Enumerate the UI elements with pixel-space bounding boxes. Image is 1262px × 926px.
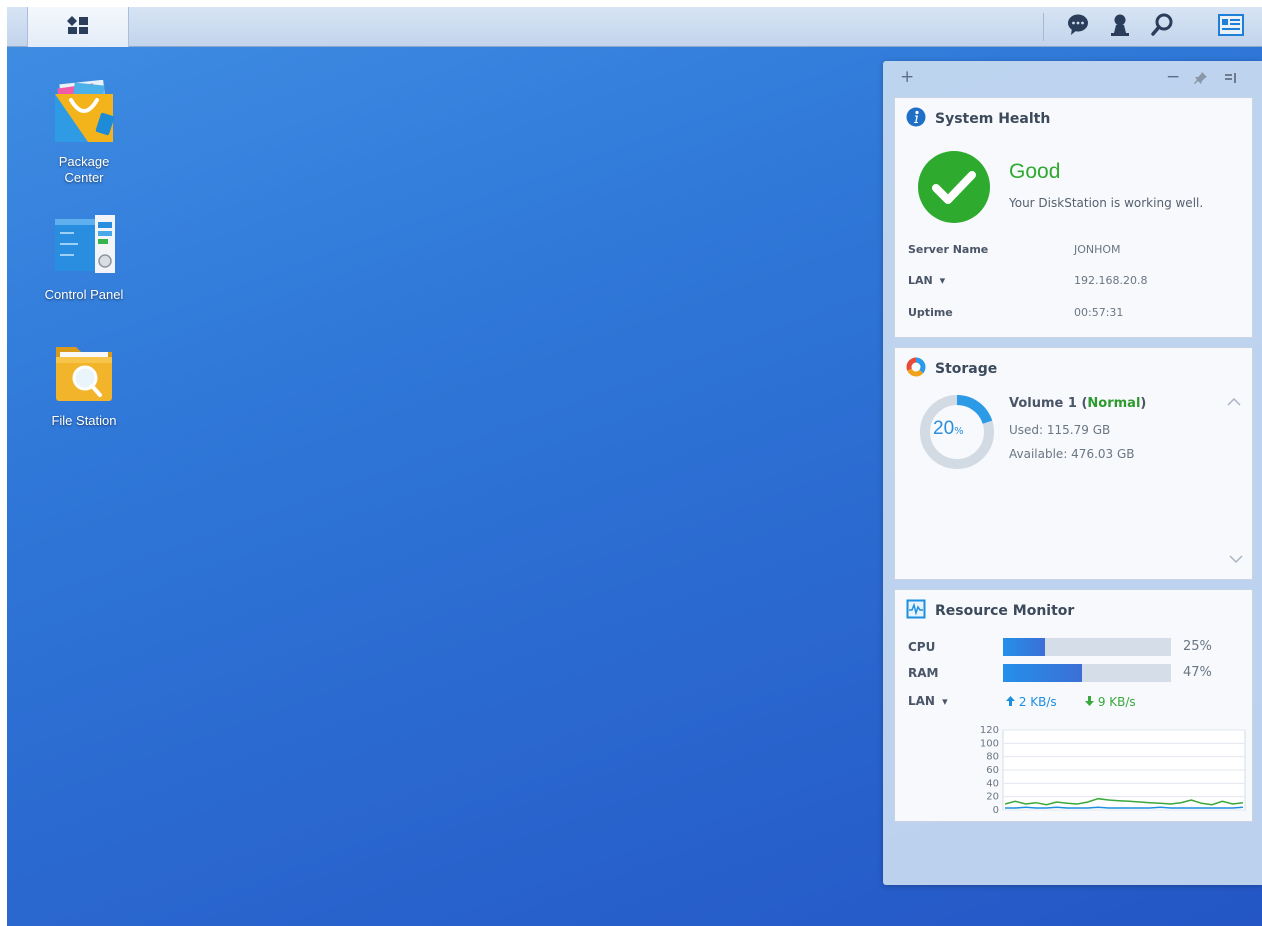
- control-panel-icon: [52, 213, 116, 277]
- widget-menu-button[interactable]: [1223, 70, 1237, 90]
- search-button[interactable]: [1144, 7, 1180, 47]
- chart-y-tick-label: 80: [986, 752, 999, 763]
- storage-title: Storage: [935, 361, 998, 377]
- package-center-icon: [52, 79, 116, 144]
- download-arrow-icon: [1085, 695, 1098, 709]
- ram-usage-bar: [1003, 664, 1171, 682]
- widget-menu-icon: [1223, 70, 1237, 90]
- chart-y-tick-label: 0: [993, 805, 999, 816]
- desktop-icon-label: Control Panel: [44, 287, 124, 302]
- cpu-percent: 25%: [1183, 639, 1212, 654]
- chevron-down-icon: ▾: [939, 274, 946, 287]
- widget-panel: + − System Health Good Your DiskStation …: [883, 61, 1262, 885]
- storage-percent-unit: %: [954, 426, 964, 437]
- scroll-down-button[interactable]: [1229, 549, 1243, 568]
- pin-widgets-button[interactable]: [1194, 70, 1208, 90]
- network-traffic-chart: 120 100 80 60 40 20 0: [980, 725, 1246, 816]
- health-message: Your DiskStation is working well.: [1009, 196, 1204, 210]
- rm-lan-label: LAN: [908, 694, 935, 708]
- chart-upload-line: [1005, 806, 1244, 809]
- widget-toolbar: + −: [883, 61, 1262, 95]
- desktop-icon-control-panel[interactable]: Control Panel: [29, 213, 139, 303]
- ram-percent: 47%: [1183, 665, 1212, 680]
- user-icon: [1108, 13, 1132, 41]
- desktop[interactable]: Package Center Control Panel File Statio…: [7, 7, 1262, 926]
- storage-percent-value: 20: [933, 418, 955, 439]
- volume-used: Used: 115.79 GB: [1009, 423, 1111, 437]
- chart-y-tick-label: 60: [986, 765, 999, 776]
- rm-lan-selector[interactable]: LAN ▾: [908, 694, 948, 708]
- chart-y-tick-label: 100: [980, 738, 999, 749]
- desktop-icon-file-station[interactable]: File Station: [29, 341, 139, 429]
- user-button[interactable]: [1102, 7, 1138, 47]
- desktop-icon-label: File Station: [51, 413, 117, 428]
- taskbar-separator: [1043, 13, 1044, 41]
- cpu-usage-bar: [1003, 638, 1171, 656]
- scroll-up-button[interactable]: [1227, 392, 1241, 411]
- main-menu-icon: [66, 15, 90, 39]
- lan-selector[interactable]: LAN ▾: [908, 274, 945, 287]
- chevron-down-icon: [1229, 549, 1243, 568]
- status-good-icon: [917, 150, 991, 228]
- storage-header[interactable]: Storage: [906, 357, 998, 381]
- upload-arrow-icon: [1006, 695, 1019, 709]
- uptime-label: Uptime: [908, 306, 953, 319]
- system-health-title: System Health: [935, 111, 1051, 127]
- ram-usage-fill: [1003, 664, 1082, 682]
- system-health-header[interactable]: System Health: [906, 107, 1051, 131]
- volume-title: Volume 1 (Normal): [1009, 396, 1146, 411]
- lan-value: 192.168.20.8: [1074, 274, 1148, 287]
- chevron-down-icon: ▾: [942, 695, 948, 708]
- resource-monitor-icon: [906, 599, 926, 623]
- lan-label: LAN: [908, 274, 933, 287]
- system-health-widget: System Health Good Your DiskStation is w…: [894, 97, 1253, 338]
- storage-widget: Storage 20% Volume 1 (Normal) Used: 115.…: [894, 347, 1253, 580]
- chevron-up-icon: [1227, 392, 1241, 411]
- server-name-value: JONHOM: [1074, 243, 1121, 256]
- widgets-button[interactable]: [1213, 7, 1249, 47]
- server-name-label: Server Name: [908, 243, 989, 256]
- pin-icon: [1194, 70, 1208, 90]
- resource-monitor-widget: Resource Monitor CPU 25% RAM 47% LAN ▾ 2…: [894, 589, 1253, 822]
- uptime-value: 00:57:31: [1074, 306, 1124, 319]
- search-icon: [1150, 13, 1174, 41]
- storage-icon: [906, 357, 926, 381]
- resource-monitor-title: Resource Monitor: [935, 603, 1075, 619]
- volume-available: Available: 476.03 GB: [1009, 447, 1135, 461]
- volume-status: Normal: [1087, 396, 1141, 411]
- volume-close: ): [1140, 396, 1147, 411]
- lan-download: 9 KB/s: [1085, 695, 1136, 709]
- notifications-button[interactable]: [1060, 7, 1096, 47]
- volume-name: Volume 1 (: [1009, 396, 1088, 411]
- widgets-icon: [1218, 14, 1244, 40]
- storage-percent: 20%: [933, 418, 964, 440]
- cpu-usage-fill: [1003, 638, 1045, 656]
- taskbar: [7, 7, 1262, 47]
- lan-download-rate: 9 KB/s: [1097, 695, 1136, 709]
- desktop-icon-package-center[interactable]: Package Center: [29, 79, 139, 186]
- chart-y-tick-label: 20: [986, 792, 999, 803]
- cpu-label: CPU: [908, 640, 936, 654]
- health-status: Good: [1009, 160, 1061, 183]
- lan-upload-rate: 2 KB/s: [1018, 695, 1057, 709]
- info-icon: [906, 107, 926, 131]
- ram-label: RAM: [908, 666, 939, 680]
- chart-y-tick-label: 120: [980, 725, 999, 736]
- chart-y-tick-label: 40: [986, 778, 999, 789]
- add-widget-button[interactable]: +: [900, 67, 914, 87]
- main-menu-button[interactable]: [27, 7, 129, 47]
- lan-upload: 2 KB/s: [1006, 695, 1057, 709]
- desktop-icon-label: Package Center: [58, 154, 110, 185]
- minimize-widgets-button[interactable]: −: [1166, 67, 1180, 87]
- resource-monitor-header[interactable]: Resource Monitor: [906, 599, 1075, 623]
- notifications-icon: [1066, 13, 1090, 41]
- file-station-icon: [52, 341, 116, 405]
